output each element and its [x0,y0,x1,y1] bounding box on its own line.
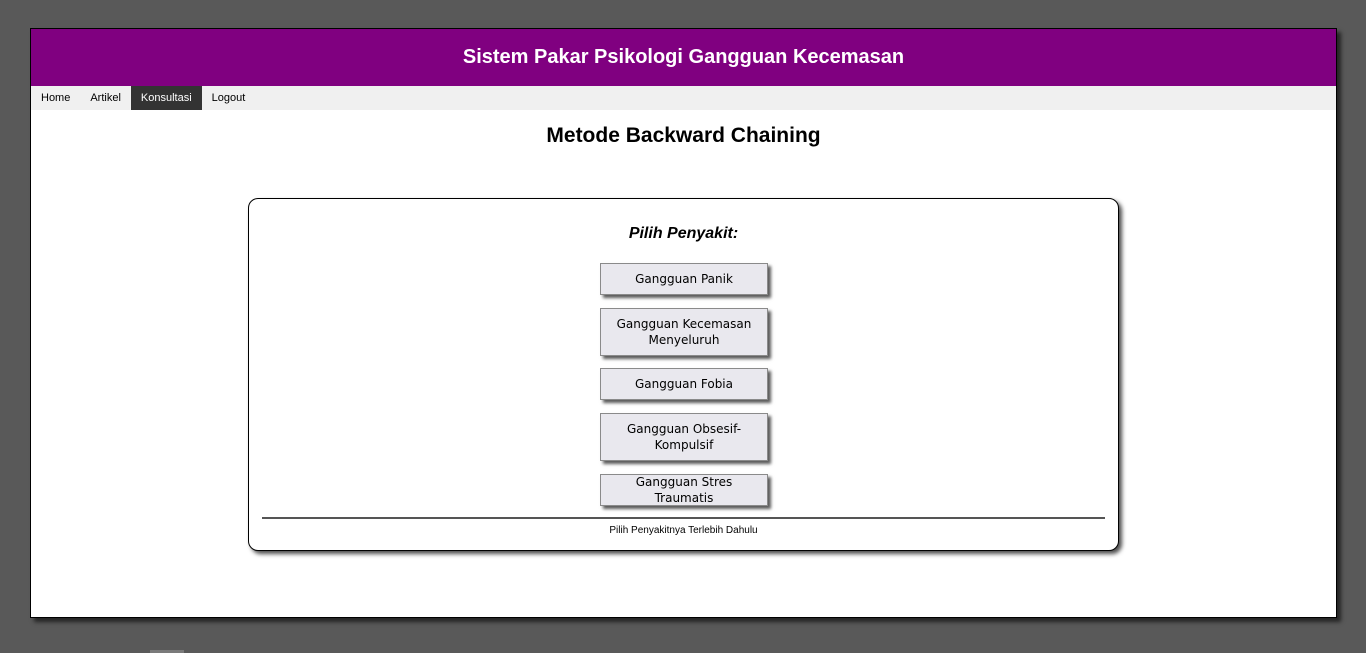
disease-selection-panel: Pilih Penyakit: Gangguan Panik Gangguan … [248,198,1119,551]
nav-item-artikel[interactable]: Artikel [80,86,131,110]
panel-footer-hint: Pilih Penyakitnya Terlebih Dahulu [609,525,758,536]
nav-item-home[interactable]: Home [31,86,80,110]
option-gangguan-kecemasan-menyeluruh-button[interactable]: Gangguan Kecemasan Menyeluruh [600,308,768,356]
option-gangguan-panik-button[interactable]: Gangguan Panik [600,263,768,295]
option-gangguan-fobia-button[interactable]: Gangguan Fobia [600,368,768,400]
panel-heading: Pilih Penyakit: [628,225,739,242]
nav-bar: Home Artikel Konsultasi Logout [31,86,1336,110]
option-gangguan-obsesif-kompulsif-button[interactable]: Gangguan Obsesif-Kompulsif [600,413,768,461]
option-gangguan-stres-traumatis-button[interactable]: Gangguan Stres Traumatis [600,474,768,506]
page-title: Metode Backward Chaining [546,124,821,147]
app-window: Sistem Pakar Psikologi Gangguan Kecemasa… [30,28,1337,618]
nav-item-konsultasi[interactable]: Konsultasi [130,86,202,110]
site-header: Sistem Pakar Psikologi Gangguan Kecemasa… [31,29,1336,86]
panel-divider [262,517,1105,519]
nav-item-logout[interactable]: Logout [202,86,256,110]
site-title: Sistem Pakar Psikologi Gangguan Kecemasa… [462,46,905,68]
